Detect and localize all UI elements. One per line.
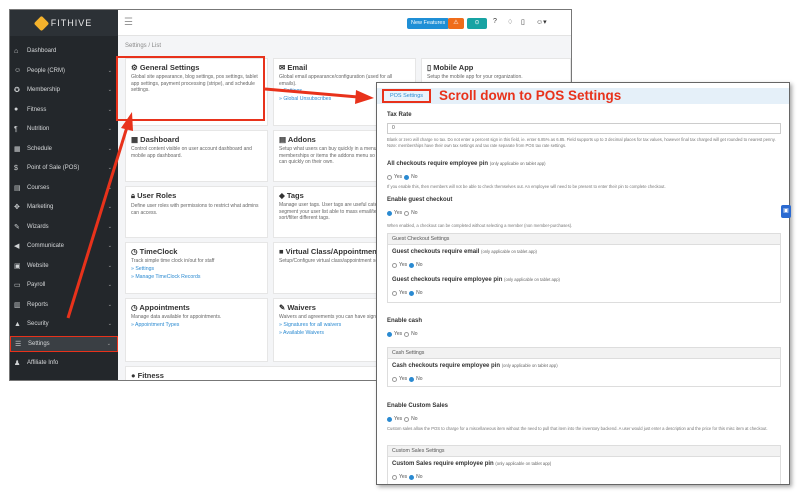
radio-yes[interactable]	[387, 331, 392, 337]
radio-yes[interactable]	[392, 262, 397, 268]
radio-no[interactable]	[404, 416, 410, 422]
radio-no[interactable]	[409, 376, 415, 382]
guest-pin-label: Guest checkouts require employee pin (on…	[392, 277, 560, 283]
radio-yes[interactable]	[387, 210, 392, 216]
guest-email-label: Guest checkouts require email (only appl…	[392, 249, 537, 255]
panel-header: Custom Sales Settings	[388, 446, 780, 457]
panel-header: Guest Checkout Settings	[388, 234, 780, 245]
pos-settings-panel: POS Settings Scroll down to POS Settings…	[376, 82, 790, 485]
custom-sales-radios: Yes No	[387, 416, 418, 422]
cash-pin-radios: Yes No	[392, 376, 423, 382]
radio-no[interactable]	[409, 474, 415, 480]
radio-yes[interactable]	[392, 474, 397, 480]
custom-sales-label: Enable Custom Sales	[387, 403, 449, 409]
radio-no[interactable]	[404, 331, 410, 337]
employee-pin-label: All checkouts require employee pin (only…	[387, 161, 546, 167]
radio-yes[interactable]	[387, 174, 392, 180]
radio-no[interactable]	[409, 290, 415, 296]
panel-header: Cash Settings	[388, 348, 780, 359]
radio-yes[interactable]	[387, 416, 392, 422]
radio-yes[interactable]	[392, 290, 397, 296]
cash-pin-label: Cash checkouts require employee pin (onl…	[392, 363, 558, 369]
radio-no[interactable]	[404, 174, 410, 180]
arrowhead-1	[121, 112, 133, 131]
guest-checkout-help: When enabled, a checkout can be complete…	[387, 223, 573, 228]
custom-sales-help: Custom sales allow the POS to charge for…	[387, 426, 768, 431]
custom-pin-radios: Yes No	[392, 474, 423, 480]
custom-pin-label: Custom Sales require employee pin (only …	[392, 461, 552, 467]
radio-no[interactable]	[409, 262, 415, 268]
guest-email-radios: Yes No	[392, 262, 423, 268]
annotation-tip: Scroll down to POS Settings	[439, 88, 622, 103]
tax-rate-label: Tax Rate	[387, 112, 412, 118]
guest-checkout-settings: Guest Checkout Settings	[387, 233, 781, 303]
employee-pin-radios: Yes No	[387, 174, 418, 180]
employee-pin-help: If you enable this, then members will no…	[387, 184, 666, 189]
radio-no[interactable]	[404, 210, 410, 216]
guest-pin-radios: Yes No	[392, 290, 423, 296]
tax-rate-input[interactable]: 0	[387, 123, 781, 134]
arrowhead-2	[355, 90, 374, 104]
tab-pos-settings[interactable]: POS Settings	[382, 89, 431, 103]
arrow-card-to-pos	[264, 87, 359, 99]
enable-cash-radios: Yes No	[387, 331, 418, 337]
floating-save-icon[interactable]: ▣	[781, 205, 791, 218]
radio-yes[interactable]	[392, 376, 397, 382]
guest-checkout-radios: Yes No	[387, 210, 418, 216]
enable-cash-label: Enable cash	[387, 318, 423, 324]
arrow-settings-to-card	[66, 126, 129, 319]
guest-checkout-label: Enable guest checkout	[387, 197, 453, 203]
tax-rate-help: Blank or zero will charge no tax. Do not…	[387, 137, 776, 148]
